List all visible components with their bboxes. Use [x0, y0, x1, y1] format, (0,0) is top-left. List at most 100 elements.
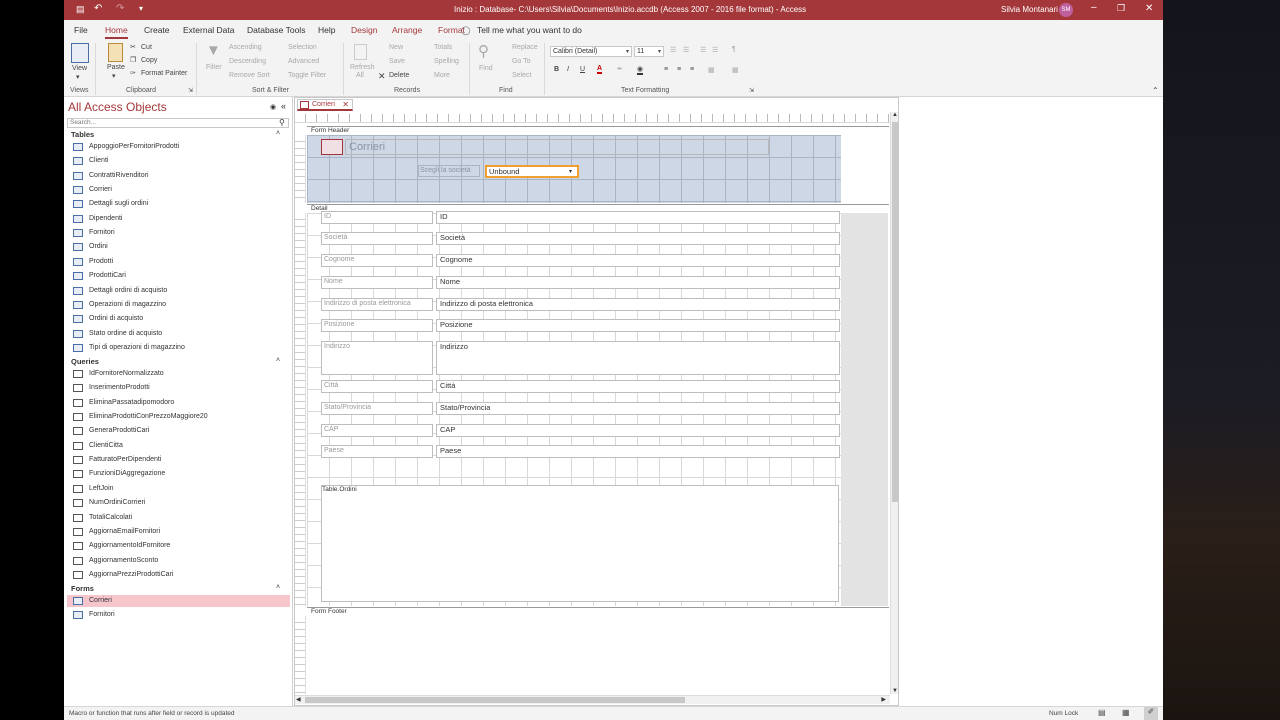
replace-button[interactable]: Replace: [512, 44, 538, 51]
tab-database-tools[interactable]: Database Tools: [247, 25, 305, 35]
layout-view-icon[interactable]: ▦: [1122, 708, 1130, 717]
numbering-icon[interactable]: ☰: [683, 46, 689, 54]
copy-icon[interactable]: ❐: [130, 56, 136, 64]
nav-item-tables[interactable]: Dettagli ordini di acquisto: [73, 285, 167, 297]
field-textbox[interactable]: Posizione: [436, 319, 840, 332]
field-label[interactable]: Indirizzo di posta elettronica: [321, 298, 433, 311]
spelling-button[interactable]: Spelling: [434, 58, 459, 65]
nav-section-tables[interactable]: Tables: [71, 130, 94, 139]
form-logo-icon[interactable]: [321, 139, 343, 155]
nav-item-queries[interactable]: EliminaProdottiConPrezzoMaggiore20: [73, 411, 208, 423]
indent-icon[interactable]: ☰: [700, 46, 706, 54]
collapse-ribbon-icon[interactable]: ⌃: [1152, 86, 1159, 95]
nav-item-tables[interactable]: Operazioni di magazzino: [73, 299, 166, 311]
field-textbox[interactable]: Nome: [436, 276, 840, 289]
align-right-icon[interactable]: ≡: [690, 66, 694, 73]
ascending-button[interactable]: Ascending: [229, 44, 262, 51]
copy-button[interactable]: Copy: [141, 57, 157, 64]
tab-corrieri[interactable]: Corrieri ✕: [297, 99, 353, 111]
form-footer-bar[interactable]: Form Footer: [307, 607, 889, 616]
nav-item-tables[interactable]: Dettagli sugli ordini: [73, 198, 148, 210]
nav-item-queries[interactable]: IdFornitoreNormalizzato: [73, 368, 164, 380]
format-painter-button[interactable]: Format Painter: [141, 70, 187, 77]
field-textbox[interactable]: Indirizzo di posta elettronica: [436, 298, 840, 311]
collapse-section-icon[interactable]: ˄: [276, 130, 280, 137]
field-label[interactable]: CAP: [321, 424, 433, 437]
remove-sort-button[interactable]: Remove Sort: [229, 72, 270, 79]
tab-external-data[interactable]: External Data: [183, 25, 235, 35]
avatar[interactable]: SM: [1059, 3, 1073, 17]
go-to-button[interactable]: Go To: [512, 58, 531, 65]
totals-button[interactable]: Totals: [434, 44, 452, 51]
nav-item-tables[interactable]: AppoggioPerFornitoriProdotti: [73, 141, 179, 153]
field-textbox[interactable]: Paese: [436, 445, 840, 458]
selection-button[interactable]: Selection: [288, 44, 317, 51]
nav-item-tables[interactable]: Corrieri: [73, 184, 112, 196]
font-color-icon[interactable]: A: [597, 65, 603, 74]
redo-icon[interactable]: ↷: [116, 3, 124, 14]
search-icon[interactable]: ⚲: [279, 118, 285, 127]
nav-item-queries[interactable]: FunzioniDiAggregazione: [73, 468, 165, 480]
nav-item-queries[interactable]: FatturatoPerDipendenti: [73, 454, 161, 466]
vertical-scrollbar[interactable]: ▲ ▼: [890, 112, 898, 694]
save-record-button[interactable]: Save: [389, 58, 405, 65]
field-textbox[interactable]: Società: [436, 232, 840, 245]
nav-item-tables[interactable]: Tipi di operazioni di magazzino: [73, 342, 185, 354]
horizontal-scrollbar[interactable]: ◀ ▶: [295, 695, 890, 704]
nav-item-tables[interactable]: ProdottiCari: [73, 270, 126, 282]
descending-button[interactable]: Descending: [229, 58, 266, 65]
field-label[interactable]: Città: [321, 380, 433, 393]
nav-section-queries[interactable]: Queries: [71, 357, 99, 366]
scroll-left-icon[interactable]: ◀: [296, 696, 301, 703]
nav-section-forms[interactable]: Forms: [71, 584, 94, 593]
more-button[interactable]: More: [434, 72, 450, 79]
bold-button[interactable]: B: [554, 66, 559, 73]
nav-item-queries[interactable]: AggiornamentoSconto: [73, 555, 158, 567]
field-textbox[interactable]: ID: [436, 211, 840, 224]
scroll-thumb[interactable]: [892, 122, 898, 502]
nav-item-forms[interactable]: Corrieri: [67, 595, 290, 607]
paragraph-icon[interactable]: ¶: [732, 46, 736, 53]
highlight-icon[interactable]: ✒: [617, 65, 623, 73]
field-label[interactable]: Indirizzo: [321, 341, 433, 375]
form-header-bar[interactable]: Form Header: [307, 126, 889, 135]
nav-item-tables[interactable]: Stato ordine di acquisto: [73, 328, 162, 340]
field-label[interactable]: ID: [321, 211, 433, 224]
nav-item-queries[interactable]: InserimentoProdotti: [73, 382, 150, 394]
gridlines-icon[interactable]: ▦: [732, 66, 739, 74]
nav-item-queries[interactable]: TotaliCalcolati: [73, 512, 132, 524]
find-button[interactable]: Find: [479, 65, 493, 72]
bullets-icon[interactable]: ☰: [670, 46, 676, 54]
field-label[interactable]: Nome: [321, 276, 433, 289]
design-view-icon[interactable]: ✐: [1144, 707, 1158, 720]
field-label[interactable]: Cognome: [321, 254, 433, 267]
outdent-icon[interactable]: ☰: [712, 46, 718, 54]
tell-me-box[interactable]: Tell me what you want to do: [477, 25, 582, 35]
chevron-down-icon[interactable]: ▾: [569, 168, 572, 175]
scroll-up-icon[interactable]: ▲: [892, 112, 898, 118]
form-header-section[interactable]: Corrieri Scegli la società Unbound ▾: [307, 135, 841, 203]
scroll-down-icon[interactable]: ▼: [892, 688, 898, 694]
close-tab-icon[interactable]: ✕: [342, 100, 349, 110]
chevron-down-icon[interactable]: ▾: [626, 48, 629, 55]
nav-item-tables[interactable]: Clienti: [73, 155, 108, 167]
nav-item-tables[interactable]: Ordini di acquisto: [73, 313, 143, 325]
nav-item-tables[interactable]: Dipendenti: [73, 213, 122, 225]
nav-item-queries[interactable]: EliminaPassatadipomodoro: [73, 397, 174, 409]
background-image-icon[interactable]: ▦: [708, 66, 715, 74]
field-label[interactable]: Paese: [321, 445, 433, 458]
undo-icon[interactable]: ↶: [94, 3, 102, 14]
chevron-down-icon[interactable]: ▾: [658, 48, 661, 55]
nav-item-queries[interactable]: AggiornamentoIdFornitore: [73, 540, 170, 552]
subform-ordini[interactable]: Table.Ordini: [321, 485, 839, 602]
close-icon[interactable]: ✕: [1145, 3, 1153, 14]
scroll-thumb-h[interactable]: [305, 697, 685, 703]
new-record-button[interactable]: New: [389, 44, 403, 51]
italic-button[interactable]: I: [567, 66, 569, 73]
form-title-label[interactable]: Corrieri: [345, 139, 769, 155]
nav-item-queries[interactable]: LeftJoin: [73, 483, 114, 495]
scissors-icon[interactable]: ✂: [130, 43, 136, 51]
nav-item-queries[interactable]: NumOrdiniCorrieri: [73, 497, 145, 509]
tab-help[interactable]: Help: [318, 25, 335, 35]
nav-item-queries[interactable]: GeneraProdottiCari: [73, 425, 149, 437]
